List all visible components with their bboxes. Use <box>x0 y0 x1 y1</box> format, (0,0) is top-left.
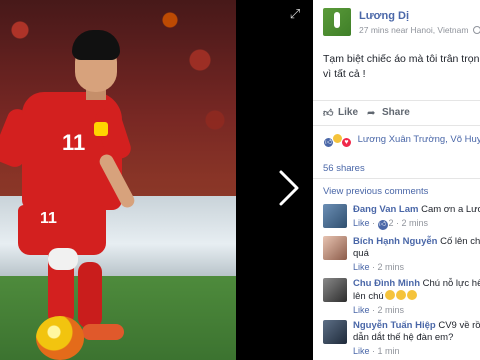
muscle-emoji-icon <box>406 290 417 300</box>
comment-text-continued: quá <box>353 248 369 259</box>
globe-icon <box>472 26 480 34</box>
love-reaction-icon: ♥ <box>341 137 352 148</box>
commenter-name[interactable]: Nguyễn Tuấn Hiệp <box>353 320 436 331</box>
comment-like-link[interactable]: Like <box>353 218 370 228</box>
post-time-location[interactable]: 27 mins near Hanoi, Vietnam <box>359 25 468 35</box>
commenter-name[interactable]: Bích Hạnh Nguyễn <box>353 236 437 247</box>
comment-text: Cam ơn a Lương <box>421 204 480 215</box>
view-previous-comments-link[interactable]: View previous comments <box>323 186 428 197</box>
post-panel: Lương Dị 27 mins near Hanoi, Vietnam Tạm… <box>313 0 480 360</box>
comment-time[interactable]: 2 mins <box>378 305 405 315</box>
comment-footer: Like · 2 mins <box>353 262 405 272</box>
comment-like-link[interactable]: Like <box>353 305 370 315</box>
next-photo-button[interactable] <box>272 168 304 208</box>
commenter-avatar[interactable] <box>323 204 347 228</box>
shorts-number: 11 <box>40 210 57 227</box>
comment-text: CV9 về rồi <box>438 320 480 331</box>
post-actions: 👍︎ Like ➦ Share <box>313 100 480 126</box>
muscle-emoji-icon <box>395 290 406 300</box>
football-boot <box>82 324 124 340</box>
photo-viewer: 11 11 ⤢ <box>0 0 313 360</box>
comment-footer: Like · 👍︎ 2 · 2 mins <box>353 218 429 230</box>
divider <box>313 178 480 179</box>
commenter-name[interactable]: Chu Đình Minh <box>353 278 420 289</box>
post-meta: 27 mins near Hanoi, Vietnam <box>359 25 480 35</box>
post-header: Lương Dị 27 mins near Hanoi, Vietnam <box>323 8 480 40</box>
jersey-number: 11 <box>62 130 86 155</box>
comment-text-continued: lên chú <box>353 291 384 302</box>
commenter-avatar[interactable] <box>323 278 347 302</box>
share-arrow-icon: ➦ <box>367 108 376 119</box>
share-button[interactable]: ➦ Share <box>367 107 410 119</box>
muscle-emoji-icon <box>384 290 395 300</box>
comment-like-count: 2 <box>388 218 394 228</box>
chevron-right-icon <box>279 170 299 206</box>
post-photo[interactable]: 11 11 <box>0 0 236 360</box>
commenter-name[interactable]: Đang Van Lam <box>353 204 418 215</box>
comment-like-link[interactable]: Like <box>353 346 370 356</box>
author-avatar[interactable] <box>323 8 351 36</box>
reaction-names: Lương Xuân Trường, Võ Huy <box>357 134 480 145</box>
comment-time[interactable]: 1 min <box>378 346 400 356</box>
football <box>36 316 84 360</box>
comment-footer: Like · 2 mins <box>353 305 405 315</box>
author-name[interactable]: Lương Dị <box>359 10 409 22</box>
comment-text: Chú nỗ lực hết <box>422 278 480 289</box>
like-count-icon: 👍︎ <box>377 220 388 230</box>
commenter-avatar[interactable] <box>323 236 347 260</box>
comment-text-continued: dẫn dắt thế hệ đàn em? <box>353 332 454 343</box>
comment-time[interactable]: 2 mins <box>402 218 429 228</box>
football-player: 11 11 <box>0 0 236 360</box>
comment-text: Cố lên chú <box>440 236 480 247</box>
reactions-summary[interactable]: 👍︎ ♥ Lương Xuân Trường, Võ Huy <box>323 133 480 148</box>
shares-count[interactable]: 56 shares <box>323 163 365 174</box>
post-text: Tạm biệt chiếc áo mà tôi trân trọn vì tấ… <box>323 53 480 80</box>
thumbs-up-icon: 👍︎ <box>323 108 334 119</box>
expand-icon[interactable]: ⤢ <box>287 6 303 22</box>
comment-footer: Like · 1 min <box>353 346 400 356</box>
like-button[interactable]: 👍︎ Like <box>323 107 358 119</box>
comment-time[interactable]: 2 mins <box>378 262 405 272</box>
jersey-badge <box>94 122 108 136</box>
comment-like-link[interactable]: Like <box>353 262 370 272</box>
commenter-avatar[interactable] <box>323 320 347 344</box>
